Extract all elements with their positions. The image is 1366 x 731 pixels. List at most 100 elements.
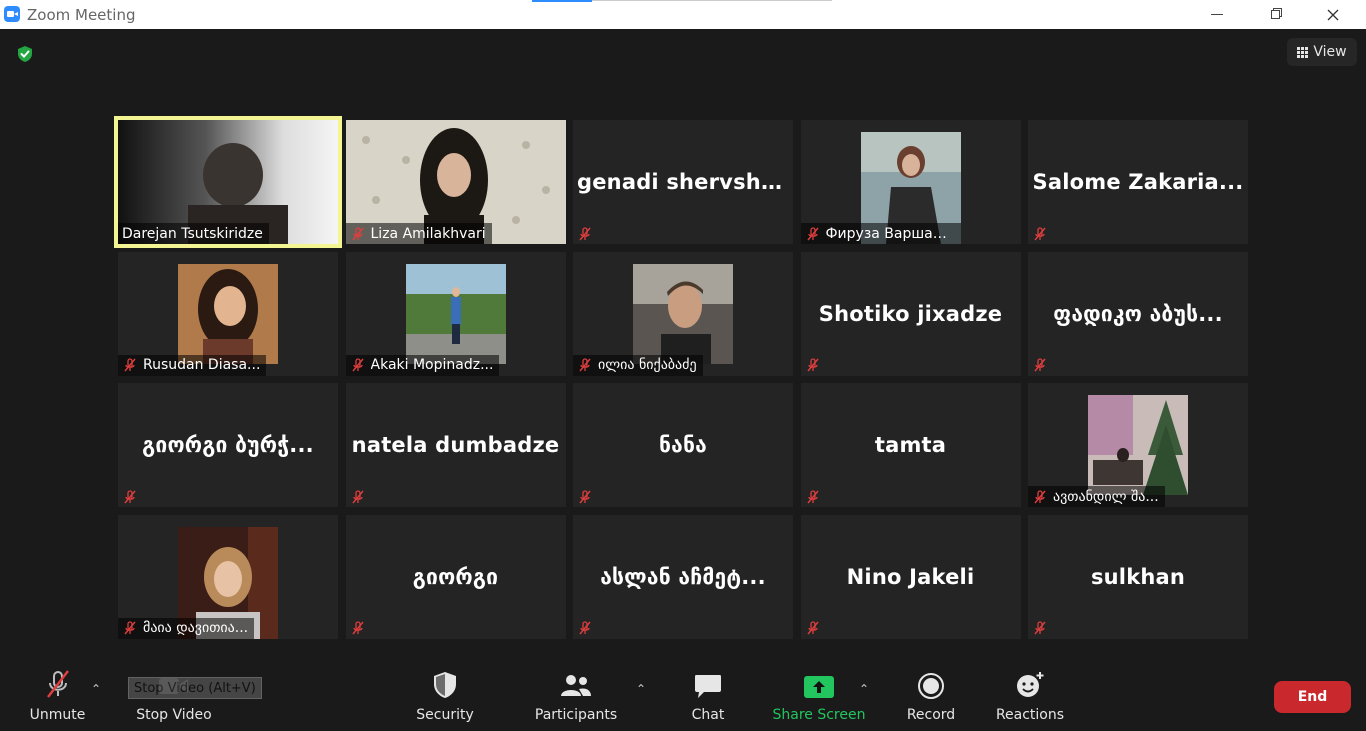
- close-icon: [1327, 9, 1339, 20]
- participant-name: ილია ნიქაბაძე: [598, 357, 697, 373]
- participant-name-bar: Rusudan Diasa...: [118, 354, 267, 376]
- participant-status-bar: [573, 618, 602, 639]
- participant-name-display: გიორგი ბურჭ...: [142, 433, 314, 457]
- participant-status-bar: [573, 486, 602, 507]
- participant-tile[interactable]: გიორგი: [345, 514, 566, 639]
- muted-mic-icon: [805, 620, 821, 636]
- participant-name-display: sulkhan: [1090, 564, 1186, 589]
- encryption-shield-icon[interactable]: [16, 45, 34, 63]
- participant-tile[interactable]: Shotiko jixadze: [800, 251, 1021, 376]
- participants-button[interactable]: Participants: [533, 660, 619, 731]
- participant-tile[interactable]: მაია დავითია...: [118, 514, 338, 639]
- participants-options-chevron-up-icon[interactable]: ⌃: [636, 682, 646, 696]
- record-button[interactable]: Record: [903, 660, 959, 731]
- zoom-logo-icon: [4, 6, 20, 22]
- gallery-view: Darejan Tsutskiridze Liza Amilakhvari ge…: [114, 116, 1248, 639]
- muted-mic-icon: [122, 489, 138, 505]
- participant-name-bar: Akaki Mopinadz...: [345, 354, 500, 376]
- share-screen-arrow-icon: [803, 660, 835, 700]
- participant-name-display: tamta: [874, 433, 947, 457]
- participant-status-bar: [573, 223, 602, 244]
- participant-name: ავთანდილ შა...: [1053, 488, 1159, 505]
- participant-name-bar: Фируза Варшан...: [800, 223, 961, 244]
- record-icon: [917, 660, 945, 700]
- participant-name: Rusudan Diasa...: [143, 357, 261, 373]
- participant-tile[interactable]: Darejan Tsutskiridze: [114, 116, 342, 248]
- participant-tile[interactable]: ნანა: [573, 383, 793, 507]
- share-screen-button[interactable]: Share Screen: [772, 660, 866, 731]
- participant-name-bar: მაია დავითია...: [118, 617, 255, 639]
- participant-name: მაია დავითია...: [143, 620, 249, 636]
- participant-status-bar: [346, 618, 375, 639]
- muted-mic-icon: [805, 489, 821, 505]
- chat-label: Chat: [691, 707, 725, 723]
- muted-mic-icon: [1032, 226, 1048, 242]
- participant-tile[interactable]: ფადიკო აბუს...: [1028, 251, 1248, 376]
- participant-tile[interactable]: sulkhan: [1028, 514, 1248, 639]
- record-label: Record: [906, 707, 956, 723]
- muted-mic-icon: [577, 226, 593, 242]
- participant-tile[interactable]: ავთანდილ შა...: [1028, 383, 1248, 507]
- muted-mic-icon: [577, 620, 593, 636]
- share-options-chevron-up-icon[interactable]: ⌃: [859, 682, 869, 696]
- muted-mic-icon: [350, 489, 366, 505]
- drag-indicator: [532, 0, 592, 2]
- chat-button[interactable]: Chat: [682, 660, 734, 731]
- participant-name-bar: ავთანდილ შა...: [1028, 486, 1165, 507]
- audio-options-chevron-up-icon[interactable]: ⌃: [91, 682, 101, 696]
- grid-view-icon: [1297, 46, 1309, 58]
- title-divider: [592, 0, 832, 1]
- unmute-label: Unmute: [29, 707, 86, 723]
- participant-tile[interactable]: ილია ნიქაბაძე: [573, 251, 793, 376]
- participant-name-display: Shotiko jixadze: [818, 301, 1003, 326]
- maximize-button[interactable]: [1246, 0, 1304, 29]
- smiley-plus-icon: [1014, 660, 1046, 700]
- participant-name-display: natela dumbadze: [351, 433, 560, 457]
- muted-mic-icon: [577, 357, 593, 373]
- muted-mic-icon: [805, 226, 821, 242]
- participant-tile[interactable]: Rusudan Diasa...: [118, 251, 338, 376]
- participant-video: [178, 263, 278, 364]
- participant-name: Darejan Tsutskiridze: [122, 225, 263, 242]
- participant-tile[interactable]: genadi shervshi...: [573, 120, 793, 244]
- title-bar: Zoom Meeting: [0, 0, 1366, 29]
- security-shield-icon: [432, 660, 458, 700]
- participant-video: [633, 263, 733, 364]
- participant-tile[interactable]: ასლან აჩმეტ...: [573, 514, 793, 639]
- participants-label: Participants: [534, 707, 618, 723]
- muted-mic-icon: [122, 620, 138, 636]
- muted-mic-icon: [122, 357, 138, 373]
- unmute-button[interactable]: Unmute: [20, 660, 95, 731]
- close-button[interactable]: [1304, 0, 1362, 29]
- participant-status-bar: [1028, 355, 1057, 376]
- participant-name-display: ფადიკო აბუს...: [1053, 301, 1223, 326]
- participant-tile[interactable]: tamta: [800, 383, 1021, 507]
- muted-mic-icon: [1032, 620, 1048, 636]
- participant-name-display: Nino Jakeli: [846, 564, 975, 589]
- participant-tile[interactable]: Akaki Mopinadz...: [345, 251, 566, 376]
- view-button[interactable]: View: [1287, 38, 1357, 66]
- minimize-button[interactable]: [1188, 0, 1246, 29]
- participant-tile[interactable]: გიორგი ბურჭ...: [118, 383, 338, 507]
- participant-name-display: გიორგი: [412, 564, 499, 589]
- security-label: Security: [416, 707, 474, 723]
- participant-name: Фируза Варшан...: [825, 225, 955, 242]
- participant-tile[interactable]: natela dumbadze: [345, 383, 566, 507]
- muted-mic-icon: [350, 357, 366, 373]
- window-title: Zoom Meeting: [27, 6, 136, 24]
- participant-name-display: ასლან აჩმეტ...: [600, 564, 766, 589]
- participant-tile[interactable]: Salome Zakaria...: [1028, 120, 1248, 244]
- muted-mic-icon: [350, 226, 366, 242]
- participant-status-bar: [801, 618, 830, 639]
- participant-video: [1088, 395, 1188, 495]
- participant-tile[interactable]: Nino Jakeli: [800, 514, 1021, 639]
- participant-status-bar: [801, 355, 830, 376]
- participant-name-bar: Darejan Tsutskiridze: [118, 223, 269, 244]
- participant-tile[interactable]: Фируза Варшан...: [800, 120, 1021, 244]
- end-meeting-button[interactable]: End: [1274, 681, 1351, 713]
- share-screen-label: Share Screen: [772, 707, 866, 723]
- participant-tile[interactable]: Liza Amilakhvari: [345, 120, 566, 244]
- reactions-button[interactable]: Reactions: [994, 660, 1066, 731]
- security-button[interactable]: Security: [410, 660, 480, 731]
- participant-name-display: ნანა: [659, 433, 707, 457]
